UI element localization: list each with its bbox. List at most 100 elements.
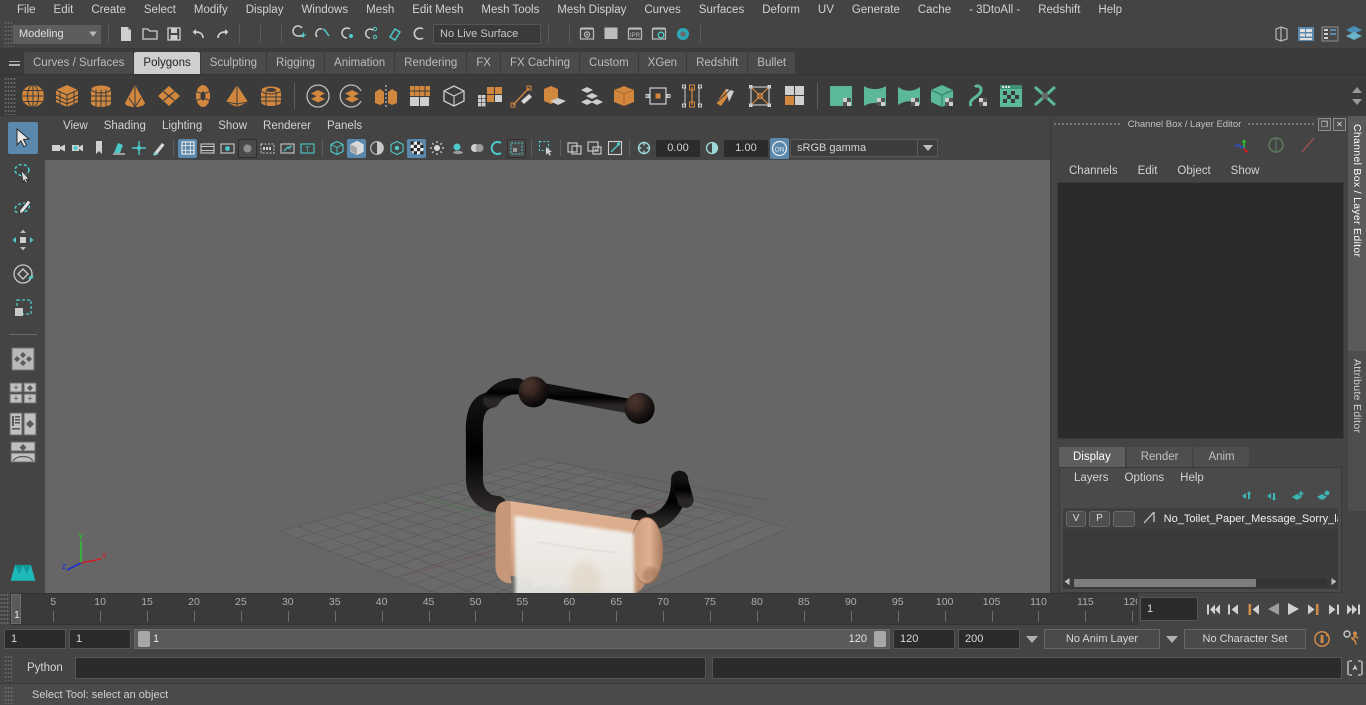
go-to-start-icon[interactable] [1204,598,1222,620]
play-backwards-icon[interactable] [1264,598,1282,620]
four-view-layout[interactable] [8,411,38,437]
snap-to-view-plane-icon[interactable] [383,22,407,46]
show-hide-editors-icon[interactable] [1270,22,1294,46]
shelf-tab-sculpting[interactable]: Sculpting [200,52,267,74]
smooth-shade-icon[interactable] [347,138,366,158]
channels-menu[interactable]: Channels [1059,165,1128,177]
time-slider-grip[interactable] [0,593,10,625]
shelf-tab-rigging[interactable]: Rigging [267,52,325,74]
motion-blur-icon[interactable] [487,139,506,158]
step-back-frame-icon[interactable] [1224,598,1242,620]
gate-mask-icon[interactable] [238,138,257,158]
shelf-tab-custom[interactable]: Custom [580,52,638,74]
live-surface-field[interactable]: No Live Surface [433,24,541,44]
shaded-wireframe-icon[interactable] [367,139,386,158]
menu-mesh-display[interactable]: Mesh Display [548,0,635,20]
anim-end-field[interactable]: 200 [958,629,1020,649]
scroll-track[interactable] [1074,579,1327,587]
menu-redshift[interactable]: Redshift [1029,0,1089,20]
menu-file[interactable]: File [8,0,45,20]
viewport-menu-panels[interactable]: Panels [319,116,370,136]
shadows-icon[interactable] [447,139,466,158]
save-scene-icon[interactable] [162,22,186,46]
uv-cut-sew-icon[interactable] [1028,79,1062,113]
uv-editor-icon[interactable] [994,79,1028,113]
layer-visibility-toggle[interactable]: V [1066,510,1087,527]
snap-to-grid-icon[interactable] [287,22,311,46]
uv-cylindrical-icon[interactable] [858,79,892,113]
viewport-menu-lighting[interactable]: Lighting [154,116,210,136]
film-gate-icon[interactable] [198,139,217,158]
animation-preferences-icon[interactable] [1338,629,1366,649]
menu-curves[interactable]: Curves [635,0,689,20]
select-tool[interactable] [7,122,38,154]
step-forward-frame-icon[interactable] [1324,598,1342,620]
field-chart-icon[interactable]: T [298,139,317,158]
character-set-dropdown-icon[interactable] [1163,629,1181,649]
layer-name[interactable]: No_Toilet_Paper_Message_Sorry_laye [1161,513,1338,525]
paint-select-tool[interactable] [8,190,38,222]
range-left-handle[interactable] [138,631,150,647]
time-slider-track[interactable]: 1 5 10 15 20 25 30 35 40 45 50 55 60 65 70 75 80 85 90 95 1… [10,593,1138,625]
exposure-field[interactable]: 0.00 [656,139,700,157]
menu-3dtoall[interactable]: - 3DtoAll - [960,0,1029,20]
menu-uv[interactable]: UV [809,0,843,20]
poly-sphere-icon[interactable] [16,79,50,113]
layer-row[interactable]: V P No_Toilet_Paper_Message_Sorry_laye [1063,508,1338,529]
range-right-handle[interactable] [874,631,886,647]
shelf-tab-fx[interactable]: FX [467,52,500,74]
undock-icon[interactable]: ❐ [1318,117,1332,131]
channel-box-toggle-icon[interactable] [1294,22,1318,46]
two-d-pan-zoom-icon[interactable] [129,139,148,158]
offset-edge-loop-icon[interactable] [709,79,743,113]
lasso-select-tool[interactable] [8,156,38,188]
last-tool-used[interactable] [8,343,38,375]
menu-surfaces[interactable]: Surfaces [690,0,753,20]
shelf-tab-fx-caching[interactable]: FX Caching [500,52,580,74]
layer-help-menu[interactable]: Help [1172,472,1212,484]
color-management-toggle-icon[interactable]: ON [770,137,789,159]
sculpt-geometry-icon[interactable] [437,79,471,113]
gamma-icon[interactable] [702,139,721,158]
poly-torus-icon[interactable] [186,79,220,113]
range-slider[interactable]: 1 120 [134,629,890,649]
smooth-icon[interactable] [403,79,437,113]
status-line-grip[interactable] [4,21,13,47]
scroll-thumb[interactable] [1074,579,1257,587]
menu-deform[interactable]: Deform [753,0,809,20]
character-set-field[interactable]: No Character Set [1184,629,1306,649]
grid-toggle-icon[interactable] [178,138,197,158]
menu-windows[interactable]: Windows [292,0,357,20]
move-layer-up-icon[interactable] [1240,490,1256,505]
textured-icon[interactable] [407,138,426,158]
shelf-tab-curves-surfaces[interactable]: Curves / Surfaces [24,52,134,74]
menu-edit-mesh[interactable]: Edit Mesh [403,0,472,20]
options-menu[interactable]: Options [1117,472,1173,484]
step-forward-key-icon[interactable] [1304,598,1322,620]
use-default-material-icon[interactable] [387,139,406,158]
color-management-dropdown-icon[interactable] [918,139,938,157]
shelf-tab-bullet[interactable]: Bullet [748,52,796,74]
uv-automatic-icon[interactable] [926,79,960,113]
uv-planar-icon[interactable] [824,79,858,113]
append-polygon-icon[interactable] [641,79,675,113]
menu-help[interactable]: Help [1089,0,1131,20]
layer-color-swatch[interactable] [1138,510,1161,528]
tab-render[interactable]: Render [1126,447,1193,467]
scale-tool[interactable] [8,292,38,324]
move-layer-down-icon[interactable] [1265,490,1281,505]
camera-attributes-icon[interactable] [69,139,88,158]
current-frame-field[interactable]: 1 [1140,597,1198,621]
xray-active-components-icon[interactable] [605,139,624,158]
menu-display[interactable]: Display [237,0,293,20]
title-grip-right[interactable] [1247,116,1317,132]
title-grip-left[interactable] [1053,116,1122,132]
extrude-icon[interactable] [539,79,573,113]
new-scene-icon[interactable] [114,22,138,46]
shelf-tab-rendering[interactable]: Rendering [395,52,467,74]
uv-unfold-icon[interactable] [960,79,994,113]
script-editor-icon[interactable] [1344,657,1366,679]
menu-create[interactable]: Create [82,0,135,20]
side-tab-attribute-editor[interactable]: Attribute Editor [1348,351,1366,511]
wireframe-icon[interactable] [327,139,346,158]
